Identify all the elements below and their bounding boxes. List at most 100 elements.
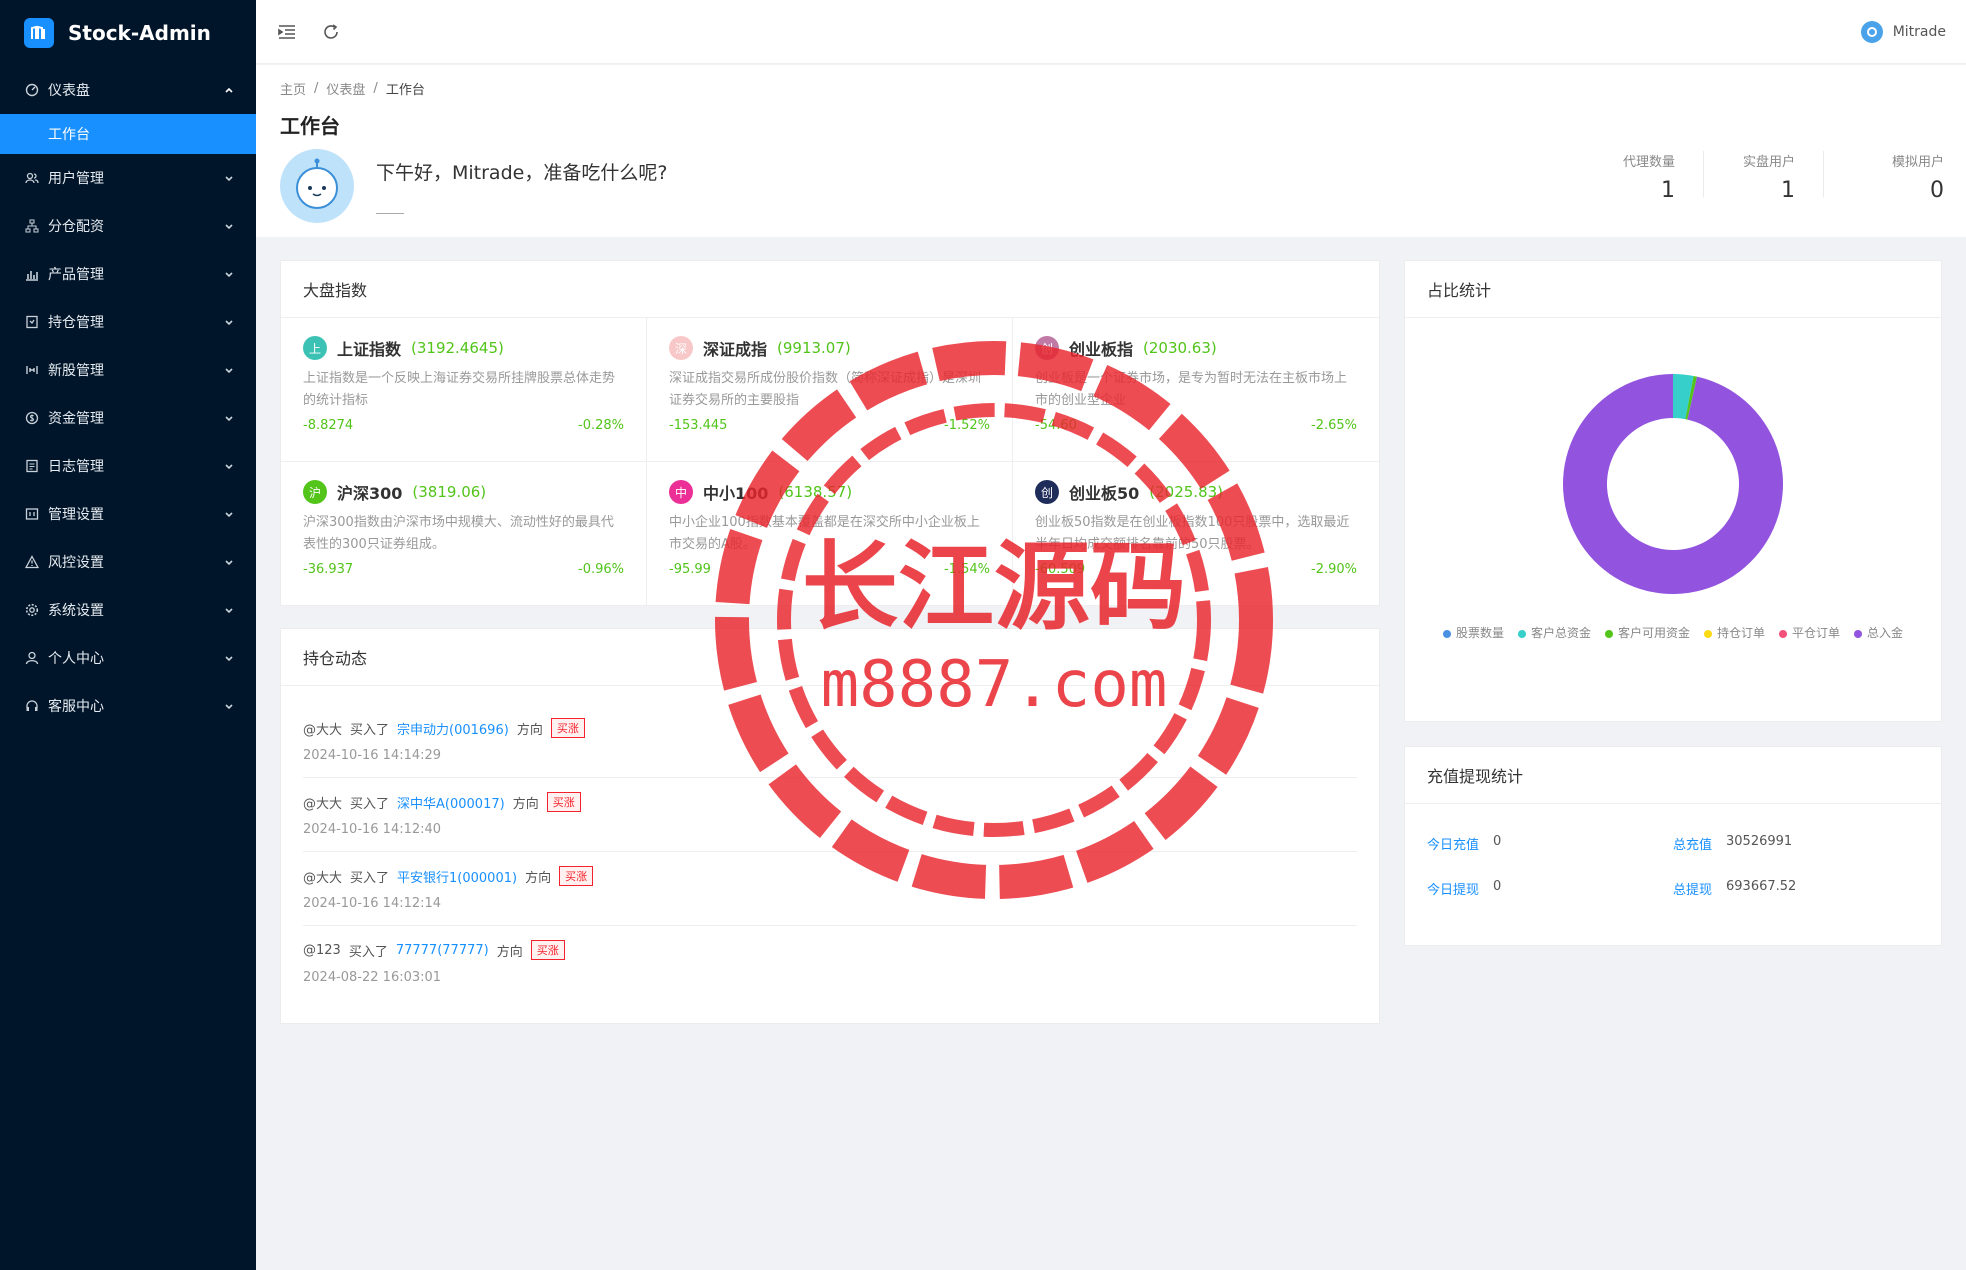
index-change: -60.509: [1035, 562, 1086, 577]
sidebar-item-risk-settings[interactable]: 风控设置: [0, 538, 256, 586]
coin-icon: [24, 410, 40, 426]
direction-tag: 买涨: [530, 940, 565, 960]
index-change: -36.937: [303, 562, 354, 577]
today-withdraw: 今日提现 0: [1427, 879, 1673, 898]
greeting: 下午好，Mitrade，准备吃什么呢?: [376, 162, 668, 184]
total-recharge: 总充值 30526991: [1673, 834, 1919, 853]
index-price: (3192.4645): [411, 339, 504, 357]
breadcrumb-dashboard[interactable]: 仪表盘: [326, 79, 365, 98]
sidebar-item-positions[interactable]: 持仓管理: [0, 298, 256, 346]
refresh-icon[interactable]: [320, 21, 342, 43]
menu-fold-icon[interactable]: [276, 21, 298, 43]
user-menu[interactable]: Mitrade: [1860, 20, 1946, 43]
sidebar-item-allocation[interactable]: 分仓配资: [0, 202, 256, 250]
sidebar-item-support[interactable]: 客服中心: [0, 682, 256, 730]
welcome-text: 下午好，Mitrade，准备吃什么呢?: [376, 158, 667, 214]
page-title: 工作台: [280, 114, 340, 138]
recharge-stats-card: 充值提现统计 今日充值 0 总充值 30526991 今日提现 0 总提现 693667…: [1404, 746, 1942, 946]
position-icon: [24, 314, 40, 330]
rc-label[interactable]: 今日充值: [1427, 834, 1479, 853]
feed-direction-label: 方向: [516, 722, 543, 738]
sidebar-item-personal-center[interactable]: 个人中心: [0, 634, 256, 682]
index-description: 沪深300指数由沪深市场中规模大、流动性好的最具代表性的300只证券组成。: [303, 515, 614, 552]
feed-stock-link[interactable]: 宗申动力(001696): [397, 719, 509, 738]
sidebar-item-label: 风控设置: [48, 555, 104, 571]
feed-stock-link[interactable]: 平安银行1(000001): [397, 867, 517, 886]
legend-label: 客户可用资金: [1617, 626, 1690, 640]
index-description: 创业板是一个证券市场，是专为暂时无法在主板市场上市的创业型企业: [1035, 371, 1348, 408]
brand-logo-icon: [24, 18, 54, 48]
position-feed-card: 持仓动态 @大大 买入了 宗申动力(001696) 方向 买涨 2024-10-16 1…: [280, 628, 1380, 1024]
rc-label[interactable]: 总提现: [1673, 879, 1712, 898]
feed-direction-label: 方向: [496, 944, 523, 960]
sidebar-item-label: 客服中心: [48, 699, 104, 715]
rc-label[interactable]: 总充值: [1673, 834, 1712, 853]
feed-user: @大大: [303, 722, 343, 738]
feed-stock-link[interactable]: 77777(77777): [396, 943, 489, 958]
index-tile[interactable]: 创创业板指 (2030.63) 创业板是一个证券市场，是专为暂时无法在主板市场上市…: [1013, 318, 1379, 462]
breadcrumb-home[interactable]: 主页: [280, 79, 306, 98]
market-index-card: 大盘指数 上上证指数 (3192.4645) 上证指数是一个反映上海证券交易所挂牌…: [280, 260, 1380, 606]
sidebar-subitem-workbench[interactable]: 工作台: [0, 114, 256, 154]
chevron-down-icon: [222, 555, 236, 569]
index-tile[interactable]: 创创业板50 (2025.83) 创业板50指数是在创业板指数100只股票中，选取…: [1013, 462, 1379, 606]
index-name: 沪深300: [337, 484, 403, 503]
card-title: 持仓动态: [281, 629, 1379, 686]
sitemap-icon: [24, 218, 40, 234]
total-withdraw: 总提现 693667.52: [1673, 879, 1919, 898]
sidebar-item-label: 资金管理: [48, 411, 104, 427]
sidebar-item-logs[interactable]: 日志管理: [0, 442, 256, 490]
feed-stock-link[interactable]: 深中华A(000017): [397, 793, 505, 812]
donut-slice-总入金[interactable]: [1563, 374, 1783, 594]
index-price: (3819.06): [412, 483, 487, 501]
chevron-down-icon: [222, 411, 236, 425]
feed-time: 2024-10-16 14:12:14: [303, 896, 442, 911]
index-tile[interactable]: 中中小100 (6138.57) 中小企业100指数基本覆盖都是在深交所中小企业板…: [647, 462, 1013, 606]
chevron-down-icon: [222, 651, 236, 665]
legend-label: 总入金: [1867, 626, 1904, 640]
index-tile[interactable]: 上上证指数 (3192.4645) 上证指数是一个反映上海证券交易所挂牌股票总体走…: [281, 318, 647, 462]
feed-time: 2024-10-16 14:14:29: [303, 748, 442, 763]
legend-item[interactable]: 客户可用资金: [1604, 624, 1690, 641]
index-change: -95.99: [669, 562, 711, 577]
index-name: 上证指数: [337, 340, 402, 359]
sidebar-item-label: 产品管理: [48, 267, 104, 283]
legend-item[interactable]: 持仓订单: [1704, 624, 1765, 641]
feed-action: 买入了: [350, 796, 390, 812]
rc-value: 0: [1493, 879, 1502, 894]
dashboard-icon: [24, 82, 40, 98]
greeting-divider: [376, 213, 404, 214]
sidebar-item-system-settings[interactable]: 系统设置: [0, 586, 256, 634]
legend-item[interactable]: 客户总资金: [1517, 624, 1591, 641]
rc-label[interactable]: 今日提现: [1427, 879, 1479, 898]
legend-item[interactable]: 平仓订单: [1779, 624, 1840, 641]
sidebar-item-admin-settings[interactable]: 管理设置: [0, 490, 256, 538]
index-tile[interactable]: 深深证成指 (9913.07) 深证成指交易所成份股价指数（简称深证成指）是深圳证…: [647, 318, 1013, 462]
legend-item[interactable]: 股票数量: [1442, 624, 1504, 641]
feed-user: @123: [303, 942, 341, 958]
chevron-down-icon: [222, 507, 236, 521]
legend-dot: [1854, 629, 1863, 638]
sidebar: Stock-Admin 仪表盘 工作台 用户管理 分仓配资 产品管理 持仓管理 …: [0, 0, 256, 1270]
sidebar-item-new-stocks[interactable]: 新股管理: [0, 346, 256, 394]
chevron-down-icon: [222, 267, 236, 281]
index-badge: 上: [303, 336, 327, 360]
sidebar-item-funds[interactable]: 资金管理: [0, 394, 256, 442]
sidebar-item-dashboard[interactable]: 仪表盘: [0, 66, 256, 114]
sidebar-item-products[interactable]: 产品管理: [0, 250, 256, 298]
log-icon: [24, 458, 40, 474]
brand[interactable]: Stock-Admin: [0, 0, 256, 66]
bar-chart-icon: [24, 266, 40, 282]
index-tile[interactable]: 沪沪深300 (3819.06) 沪深300指数由沪深市场中规模大、流动性好的最具…: [281, 462, 647, 606]
index-price: (9913.07): [777, 339, 851, 357]
sidebar-item-users[interactable]: 用户管理: [0, 154, 256, 202]
sidebar-item-label: 管理设置: [48, 507, 104, 523]
breadcrumb-current: 工作台: [385, 83, 425, 98]
index-change-percent: -2.90%: [1311, 562, 1357, 577]
gear-icon: [24, 602, 40, 618]
new-stock-icon: [24, 362, 40, 378]
legend-item[interactable]: 总入金: [1854, 624, 1903, 641]
stat-value: 1: [1661, 178, 1675, 203]
legend-dot: [1604, 629, 1613, 638]
chevron-down-icon: [222, 219, 236, 233]
